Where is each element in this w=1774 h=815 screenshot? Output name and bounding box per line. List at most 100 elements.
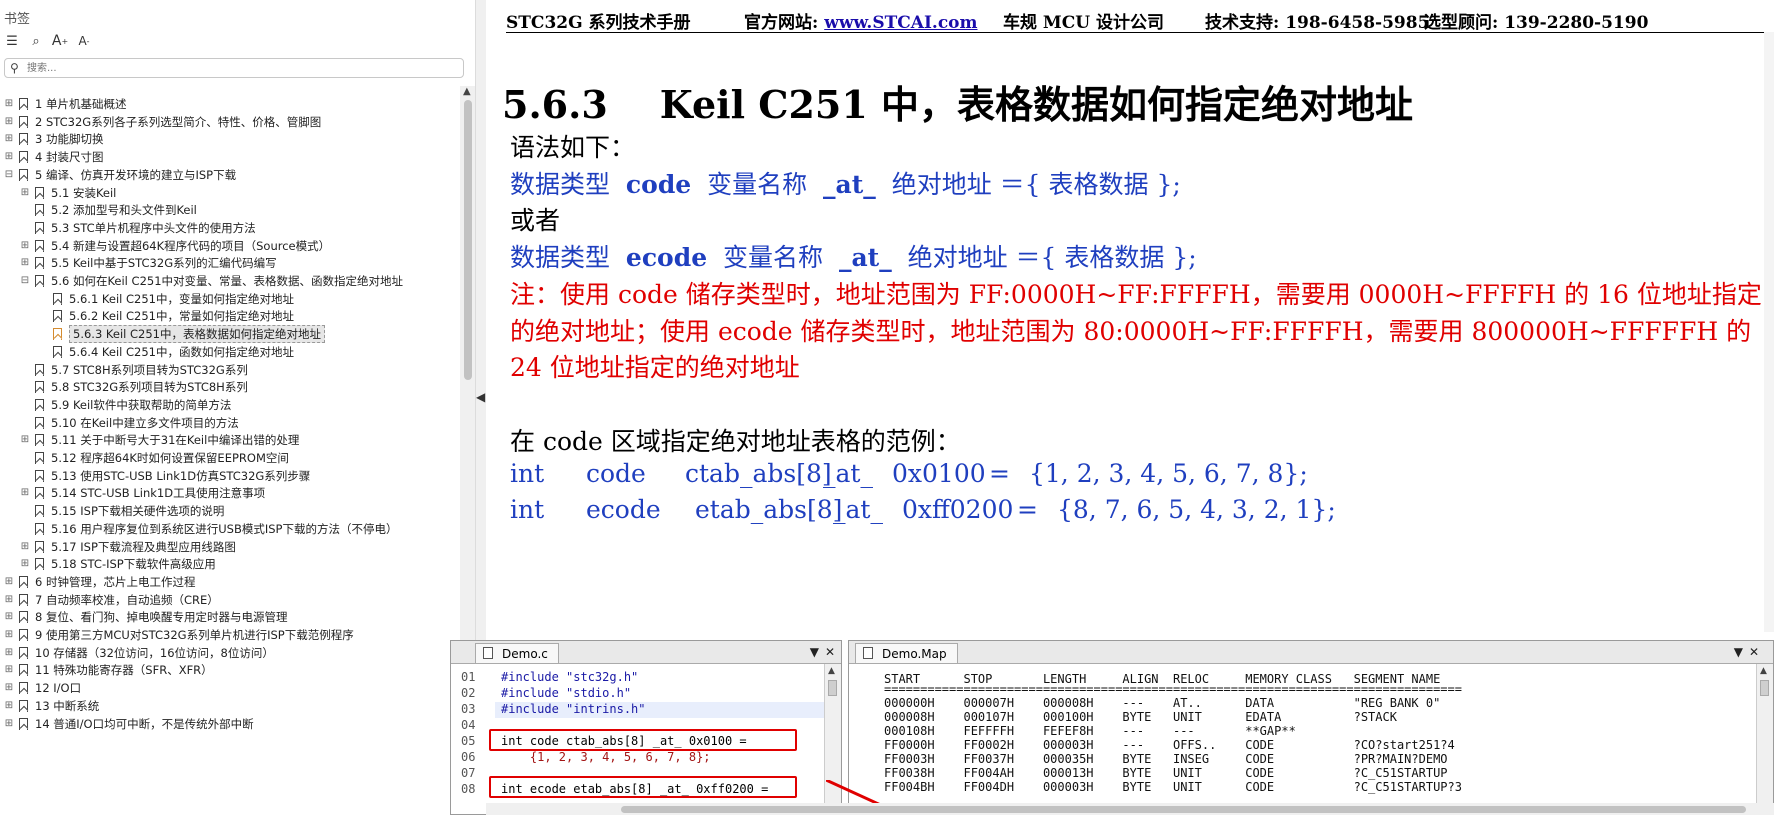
expand-icon[interactable]: ⊞ bbox=[4, 700, 14, 711]
expand-icon[interactable]: ⊞ bbox=[20, 240, 30, 251]
syntax-var: 变量名称 bbox=[707, 170, 808, 199]
bookmark-label: 5.3 STC单片机程序中头文件的使用方法 bbox=[51, 220, 256, 235]
bookmark-label: 14 普通I/O口均可中断，不是传统外部中断 bbox=[35, 716, 254, 731]
bookmark-label: 10 存储器（32位访问，16位访问，8位访问） bbox=[35, 645, 274, 660]
collapse-icon[interactable]: ⊟ bbox=[4, 169, 14, 180]
bookmark-icon bbox=[35, 505, 44, 518]
bookmark-label: 5.6.3 Keil C251中，表格数据如何指定绝对地址 bbox=[69, 325, 325, 344]
document-scroll-thumb[interactable] bbox=[621, 806, 1746, 813]
collapse-panel-icon[interactable]: ◀ bbox=[476, 390, 485, 404]
example-token: = bbox=[989, 459, 1010, 488]
bookmark-panel-title: 书签 bbox=[4, 12, 31, 27]
bookmark-icon bbox=[19, 664, 28, 677]
collapse-icon[interactable]: ⊟ bbox=[20, 276, 30, 286]
map-separator: ========================================… bbox=[884, 682, 1462, 696]
tab-demo-map[interactable]: Demo.Map bbox=[855, 643, 958, 663]
tree-line-icon bbox=[20, 382, 30, 392]
document-vertical-scrollbar[interactable] bbox=[1764, 32, 1774, 632]
tree-line-icon bbox=[38, 311, 48, 321]
enlarge-text-icon[interactable]: A + bbox=[51, 32, 69, 50]
bookmark-scroll-thumb[interactable] bbox=[464, 100, 472, 380]
bookmark-label: 7 自动频率校准，自动追频（CRE） bbox=[35, 592, 219, 607]
expand-icon[interactable]: ⊞ bbox=[20, 559, 30, 569]
tab-dropdown-icon[interactable]: ▼ bbox=[810, 645, 819, 659]
tree-line-icon bbox=[20, 471, 30, 481]
line-number: 02 bbox=[461, 686, 476, 700]
close-icon[interactable]: ✕ bbox=[825, 645, 835, 659]
expand-icon[interactable]: ⊞ bbox=[20, 435, 30, 445]
bookmark-icon bbox=[35, 363, 44, 376]
expand-icon[interactable]: ⊞ bbox=[4, 683, 14, 693]
bookmark-toolbar: ☰ ⌕ A + A- bbox=[3, 32, 93, 52]
tab-demo-c[interactable]: Demo.c bbox=[475, 643, 559, 663]
list-view-icon[interactable]: ☰ bbox=[3, 32, 21, 50]
bookmark-icon bbox=[35, 434, 44, 447]
bookmark-label: 5.2 添加型号和头文件到Keil bbox=[51, 203, 197, 218]
bookmark-icon bbox=[35, 221, 44, 234]
syntax-var: 变量名称 bbox=[723, 243, 824, 272]
expand-icon[interactable]: ⊞ bbox=[4, 665, 14, 675]
map-scrollbar[interactable]: ▲ bbox=[1756, 664, 1773, 814]
map-row: 000008H 000107H 000100H BYTE UNIT EDATA … bbox=[884, 710, 1397, 724]
section-title-text: Keil C251 中，表格数据如何指定绝对地址 bbox=[659, 82, 1414, 127]
bookmark-icon bbox=[19, 593, 28, 606]
expand-icon[interactable]: ⊞ bbox=[4, 630, 14, 640]
expand-icon[interactable]: ⊞ bbox=[4, 99, 14, 109]
bookmark-icon bbox=[35, 416, 44, 429]
bookmark-icon bbox=[35, 275, 44, 287]
expand-icon[interactable]: ⊞ bbox=[4, 576, 14, 587]
document-horizontal-scrollbar[interactable] bbox=[486, 803, 1774, 815]
expand-icon[interactable]: ⊞ bbox=[20, 187, 30, 198]
line-number: 04 bbox=[461, 718, 476, 732]
line-number: 03 bbox=[461, 702, 476, 716]
expand-icon[interactable]: ⊞ bbox=[4, 152, 14, 162]
header-site-link[interactable]: www.STCAI.com bbox=[824, 13, 977, 33]
bookmark-icon bbox=[19, 717, 28, 730]
expand-icon[interactable]: ⊞ bbox=[20, 258, 30, 268]
bookmark-icon bbox=[53, 345, 62, 358]
expand-icon[interactable]: ⊞ bbox=[4, 647, 14, 658]
bookmark-icon bbox=[19, 575, 28, 588]
expand-icon[interactable]: ⊞ bbox=[4, 612, 14, 622]
bookmark-label: 5.6 如何在Keil C251中对变量、常量、表格数据、函数指定绝对地址 bbox=[51, 274, 404, 288]
tab-dropdown-icon[interactable]: ▼ bbox=[1734, 645, 1743, 659]
header-advisor: 选型顾问: 139-2280-5190 bbox=[1424, 13, 1649, 33]
bookmark-icon bbox=[19, 98, 28, 110]
editor-scroll-thumb[interactable] bbox=[828, 680, 837, 696]
tree-line-icon bbox=[20, 524, 30, 534]
shrink-text-icon[interactable]: A- bbox=[75, 32, 93, 50]
bookmark-icon bbox=[19, 133, 28, 146]
bookmark-icon bbox=[35, 381, 44, 394]
bookmark-label: 5.1 安装Keil bbox=[51, 185, 117, 200]
map-scroll-thumb[interactable] bbox=[1760, 680, 1769, 696]
expand-icon[interactable]: ⊞ bbox=[4, 134, 14, 144]
bookmark-label: 6 时钟管理，芯片上电工作过程 bbox=[35, 574, 196, 589]
expand-icon[interactable]: ⊞ bbox=[4, 718, 14, 729]
scroll-up-icon[interactable]: ▲ bbox=[1760, 666, 1767, 676]
bookmark-icon bbox=[35, 558, 44, 571]
code-area[interactable]: 01 #include "stc32g.h" 02 #include "stdi… bbox=[451, 664, 841, 814]
bookmark-icon bbox=[35, 522, 44, 535]
bookmark-label: 5.9 Keil软件中获取帮助的简单方法 bbox=[51, 397, 232, 412]
map-content[interactable]: START STOP LENGTH ALIGN RELOC MEMORY CLA… bbox=[849, 664, 1773, 814]
bookmark-find-icon[interactable]: ⌕ bbox=[27, 32, 45, 50]
scroll-up-icon[interactable]: ▲ bbox=[828, 666, 835, 676]
bookmark-label: 5.17 ISP下载流程及典型应用线路图 bbox=[51, 539, 236, 554]
bookmark-item[interactable]: ⊞ 14 普通I/O口均可中断，不是传统外部中断 bbox=[4, 714, 254, 734]
expand-icon[interactable]: ⊞ bbox=[4, 116, 14, 127]
bookmark-label: 2 STC32G系列各子系列选型简介、特性、价格、管脚图 bbox=[35, 114, 322, 129]
example-token: ctab_abs[8] bbox=[685, 459, 832, 488]
expand-icon[interactable]: ⊞ bbox=[4, 594, 14, 605]
bookmark-label: 5.4 新建与设置超64K程序代码的项目（Source模式） bbox=[51, 238, 331, 253]
example-token: 0x0100 bbox=[892, 459, 986, 488]
line-number: 06 bbox=[461, 750, 476, 764]
bookmark-search-input[interactable] bbox=[27, 60, 457, 76]
header-manual-title: STC32G 系列技术手册 bbox=[506, 13, 691, 33]
bookmark-icon bbox=[35, 257, 44, 270]
map-row: FF004BH FF004DH 000003H BYTE UNIT CODE ?… bbox=[884, 780, 1462, 794]
expand-icon[interactable]: ⊞ bbox=[20, 488, 30, 498]
close-icon[interactable]: ✕ bbox=[1749, 645, 1759, 659]
scroll-up-icon[interactable]: ▲ bbox=[463, 86, 471, 97]
expand-icon[interactable]: ⊞ bbox=[20, 541, 30, 552]
bookmark-label: 5.12 程序超64K时如何设置保留EEPROM空间 bbox=[51, 451, 289, 465]
